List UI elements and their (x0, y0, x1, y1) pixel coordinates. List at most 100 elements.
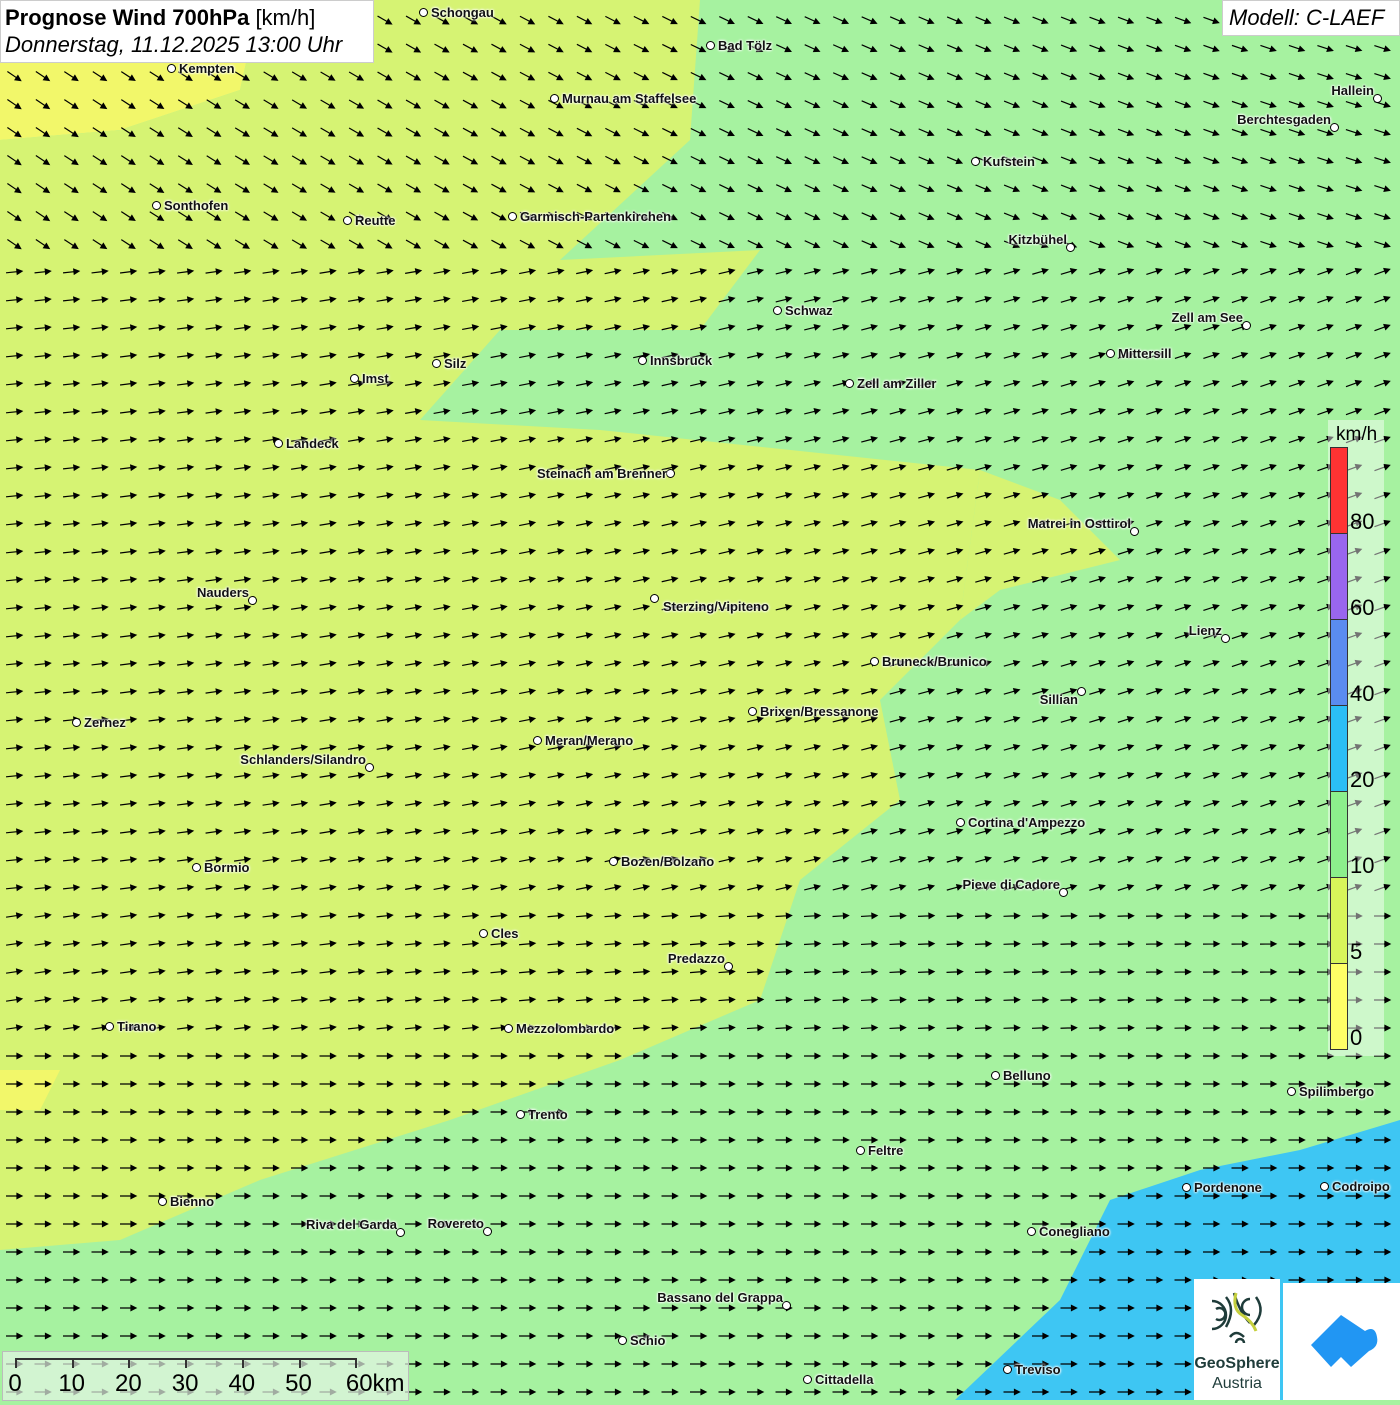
legend-label: 0 (1350, 1025, 1363, 1050)
city-marker (248, 596, 257, 605)
city-label: Rovereto (427, 1216, 484, 1231)
city-label: Sonthofen (164, 198, 229, 213)
city-marker (1373, 94, 1382, 103)
city-marker (1106, 349, 1115, 358)
unit-label: [km/h] (255, 5, 316, 30)
city-marker (192, 863, 201, 872)
city-marker (956, 818, 965, 827)
city-marker (72, 718, 81, 727)
city-marker (773, 306, 782, 315)
city-label: Zernez (84, 715, 126, 730)
city-marker (1320, 1182, 1329, 1191)
city-label: Schlanders/Silandro (240, 752, 366, 767)
city-marker (971, 157, 980, 166)
legend-label: 5 (1350, 939, 1363, 964)
city-marker (991, 1071, 1000, 1080)
city-label: Lienz (1188, 623, 1222, 638)
city-marker (748, 707, 757, 716)
city-label: Schio (630, 1333, 666, 1348)
city-label: Pordenone (1194, 1180, 1262, 1195)
legend-swatch (1330, 963, 1348, 1050)
legend-label: 40 (1350, 681, 1375, 706)
legend-swatch (1330, 877, 1348, 964)
scale-label: 10 (58, 1370, 86, 1397)
city-label: Feltre (868, 1143, 904, 1158)
scale-label: 30 (171, 1370, 199, 1397)
scale-label: 60km (345, 1370, 405, 1397)
city-label: Conegliano (1039, 1224, 1110, 1239)
city-marker (609, 857, 618, 866)
city-marker (419, 8, 428, 17)
app-logo[interactable] (1283, 1283, 1400, 1400)
city-label: Bassano del Grappa (657, 1290, 783, 1305)
city-marker (550, 94, 559, 103)
city-label: Imst (362, 371, 389, 386)
city-label: Treviso (1015, 1362, 1061, 1377)
city-label: Steinach am Brenner (536, 466, 667, 481)
city-label: Mezzolombardo (516, 1021, 615, 1036)
city-label: Reutte (355, 213, 396, 228)
geosphere-name: GeoSphere (1194, 1355, 1280, 1372)
city-label: Predazzo (667, 951, 725, 966)
city-label: Tirano (117, 1019, 157, 1034)
city-marker (365, 763, 374, 772)
city-marker (803, 1375, 812, 1384)
legend-swatch (1330, 619, 1348, 706)
city-marker (870, 657, 879, 666)
city-label: Cortina d'Ampezzo (968, 815, 1086, 830)
app-logo-icon (1311, 1315, 1378, 1367)
city-label: Landeck (286, 436, 339, 451)
scale-label: 0 (8, 1370, 22, 1397)
city-label: Silz (444, 356, 467, 371)
city-marker (167, 64, 176, 73)
legend-swatch (1330, 447, 1348, 534)
city-label: Bad Tölz (718, 38, 773, 53)
city-marker (343, 216, 352, 225)
city-label: Hallein (1331, 83, 1374, 98)
city-marker (1066, 243, 1075, 252)
city-marker (483, 1227, 492, 1236)
geosphere-country: Austria (1212, 1375, 1262, 1392)
color-legend: km/h 0 5 10 20 40 60 80 (1328, 420, 1384, 1056)
scale-tick (71, 1358, 74, 1368)
city-label: Schongau (431, 5, 494, 20)
city-marker (1221, 634, 1230, 643)
city-label: Kempten (179, 61, 235, 76)
city-label: Garmisch-Partenkirchen (520, 209, 672, 224)
city-label: Zell am See (1171, 310, 1243, 325)
city-label: Mittersill (1118, 346, 1172, 361)
city-label: Berchtesgaden (1237, 112, 1331, 127)
map-title: Prognose Wind 700hPa (5, 5, 250, 30)
legend-label: 80 (1350, 509, 1375, 534)
city-label: Riva del Garda (305, 1217, 397, 1232)
scale-label: 50 (285, 1370, 312, 1397)
city-label: Codroipo (1332, 1179, 1390, 1194)
title-panel: Prognose Wind 700hPa [km/h] Donnerstag, … (0, 0, 374, 63)
legend-swatch (1330, 533, 1348, 620)
city-label: Kufstein (983, 154, 1035, 169)
city-marker (350, 374, 359, 383)
city-label: Matrei in Osttirol (1027, 516, 1131, 531)
geosphere-logo[interactable]: GeoSphere Austria (1194, 1279, 1280, 1400)
city-marker (1242, 321, 1251, 330)
city-marker (706, 41, 715, 50)
city-label: Bozen/Bolzano (621, 854, 715, 869)
scale-tick (185, 1358, 188, 1368)
city-label: Sillian (1039, 692, 1078, 707)
legend-swatch (1330, 791, 1348, 878)
city-marker (638, 356, 647, 365)
city-label: Bormio (204, 860, 250, 875)
city-label: Meran/Merano (545, 733, 634, 748)
city-marker (1027, 1227, 1036, 1236)
city-marker (1287, 1087, 1296, 1096)
city-label: Bienno (170, 1194, 215, 1209)
city-marker (508, 212, 517, 221)
legend-swatch (1330, 705, 1348, 792)
city-marker (1330, 123, 1339, 132)
city-marker (1003, 1365, 1012, 1374)
scale-tick (128, 1358, 131, 1368)
scale-bar: 0 10 20 30 40 50 60km (2, 1351, 409, 1401)
city-label: Bruneck/Brunico (882, 654, 987, 669)
legend-label: 60 (1350, 595, 1375, 620)
model-label: Modell: C-LAEF (1222, 0, 1400, 36)
